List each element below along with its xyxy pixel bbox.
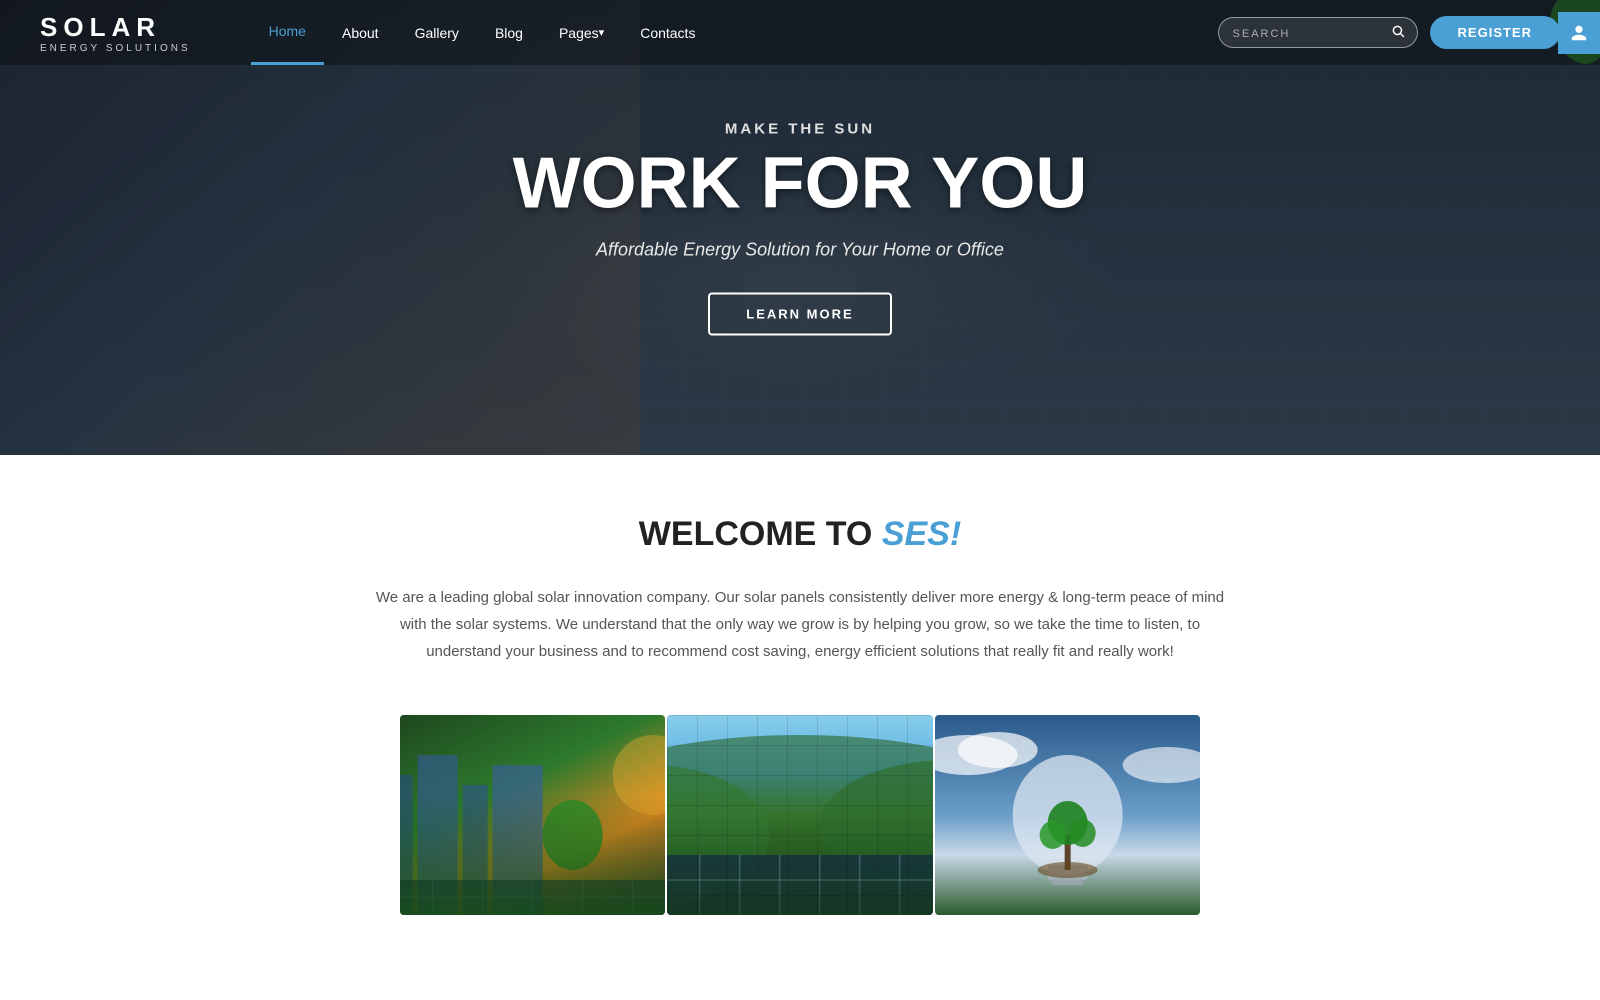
- image-grid: [200, 715, 1400, 915]
- nav-about[interactable]: About: [324, 0, 397, 65]
- hero-subtitle: MAKE THE SUN: [450, 120, 1150, 137]
- nav-right: REGISTER: [1218, 16, 1560, 49]
- search-input[interactable]: [1219, 20, 1379, 46]
- nav-pages[interactable]: Pages: [541, 0, 622, 65]
- welcome-title-prefix: WELCOME TO: [639, 515, 882, 553]
- gallery-image-forest[interactable]: [667, 715, 932, 915]
- nav-contacts[interactable]: Contacts: [622, 0, 713, 65]
- welcome-section: WELCOME TO SES! We are a leading global …: [0, 455, 1600, 965]
- welcome-body: We are a leading global solar innovation…: [370, 584, 1230, 665]
- nav-links: Home About Gallery Blog Pages Contacts: [251, 0, 1218, 65]
- nav-blog[interactable]: Blog: [477, 0, 541, 65]
- search-button[interactable]: [1379, 18, 1417, 47]
- user-icon-button[interactable]: [1558, 12, 1600, 54]
- logo-tagline: ENERGY SOLUTIONS: [40, 43, 191, 54]
- hero-tagline: Affordable Energy Solution for Your Home…: [450, 239, 1150, 260]
- navbar: SOLAR ENERGY SOLUTIONS Home About Galler…: [0, 0, 1600, 65]
- logo-name: SOLAR: [40, 12, 191, 43]
- welcome-brand: SES!: [882, 515, 961, 553]
- hero-content: MAKE THE SUN WORK FOR YOU Affordable Ene…: [450, 120, 1150, 335]
- learn-more-button[interactable]: LEARN MORE: [708, 292, 891, 335]
- nav-gallery[interactable]: Gallery: [397, 0, 477, 65]
- nav-home[interactable]: Home: [251, 0, 324, 65]
- hero-section: SOLAR ENERGY SOLUTIONS Home About Galler…: [0, 0, 1600, 455]
- register-button[interactable]: REGISTER: [1430, 16, 1560, 49]
- welcome-title: WELCOME TO SES!: [200, 515, 1400, 554]
- search-box[interactable]: [1218, 17, 1418, 48]
- logo[interactable]: SOLAR ENERGY SOLUTIONS: [40, 12, 191, 54]
- gallery-image-bulb[interactable]: [935, 715, 1200, 915]
- gallery-image-city[interactable]: [400, 715, 665, 915]
- hero-title: WORK FOR YOU: [450, 147, 1150, 219]
